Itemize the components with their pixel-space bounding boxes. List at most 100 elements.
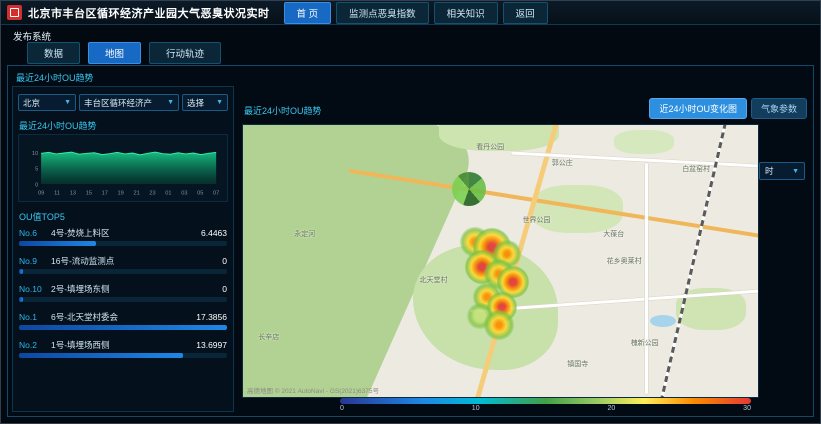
rank-label: No.9 <box>19 256 47 266</box>
map-label: 大葆台 <box>603 229 624 239</box>
filter-select[interactable]: 丰台区循环经济产 ▼ <box>79 94 179 111</box>
app-root: 北京市丰台区循环经济产业园大气恶臭状况实时 首 页监测点恶臭指数相关知识返回 发… <box>0 0 821 424</box>
map-label: 长辛店 <box>258 332 279 342</box>
value-bar-track <box>19 297 227 302</box>
station-value: 17.3856 <box>196 312 227 322</box>
rank-label: No.10 <box>19 284 47 294</box>
trend-chart-title: 最近24小时OU趋势 <box>19 119 233 132</box>
map-mode-button[interactable]: 近24小时OU变化图 <box>649 98 747 119</box>
top-header: 北京市丰台区循环经济产业园大气恶臭状况实时 首 页监测点恶臭指数相关知识返回 <box>1 1 820 25</box>
station-name: 16号-流动监测点 <box>51 255 218 267</box>
x-axis-tick: 23 <box>149 190 155 196</box>
view-tab[interactable]: 地图 <box>88 42 141 64</box>
x-axis-tick: 01 <box>165 190 171 196</box>
view-tabs: 数据地图行动轨迹 <box>27 42 221 64</box>
main-nav: 首 页监测点恶臭指数相关知识返回 <box>284 2 553 24</box>
legend-tick: 30 <box>743 405 751 412</box>
map-label: 世界公园 <box>523 215 551 225</box>
chevron-down-icon: ▼ <box>216 99 223 106</box>
select-value: 丰台区循环经济产 <box>84 97 152 109</box>
value-bar-track <box>19 269 227 274</box>
chevron-down-icon: ▼ <box>64 99 71 106</box>
heat-legend: 0 10 20 30 <box>340 398 751 412</box>
map-label: 镇国寺 <box>567 359 588 369</box>
top5-row-line: No.9 16号-流动监测点 0 <box>19 255 227 267</box>
rank-label: No.1 <box>19 312 47 322</box>
x-axis-tick: 19 <box>118 190 124 196</box>
legend-gradient-bar <box>340 398 751 404</box>
app-logo <box>7 5 22 20</box>
map-label: 北天堂村 <box>420 275 448 285</box>
map-mode-buttons: 近24小时OU变化图气象参数 <box>649 98 807 119</box>
nav-button[interactable]: 监测点恶臭指数 <box>336 2 429 24</box>
view-tab[interactable]: 行动轨迹 <box>149 42 221 64</box>
station-name: 1号-填埋场西侧 <box>51 339 192 351</box>
left-panel: 北京 ▼ 丰台区循环经济产 ▼ 选择 ▼ 最近24小时OU趋势 <box>12 86 234 412</box>
legend-ticks: 0 10 20 30 <box>340 405 751 412</box>
station-value: 6.4463 <box>201 228 227 238</box>
select-value: 选择 <box>187 97 204 109</box>
trend-chart-svg: 1050091113151719212301030507 <box>21 137 225 201</box>
value-bar <box>19 269 23 274</box>
station-name: 6号-北天堂村委会 <box>51 311 192 323</box>
value-bar <box>19 297 23 302</box>
chevron-down-icon: ▼ <box>792 168 799 175</box>
x-axis-tick: 05 <box>197 190 203 196</box>
chevron-down-icon: ▼ <box>167 99 174 106</box>
x-axis-tick: 09 <box>38 190 44 196</box>
x-axis-tick: 11 <box>54 190 60 196</box>
station-value: 0 <box>222 284 227 294</box>
legend-tick: 20 <box>607 405 615 412</box>
map-section-title: 最近24小时OU趋势 <box>244 104 322 117</box>
station-name: 4号-焚烧上料区 <box>51 227 197 239</box>
x-axis-tick: 13 <box>70 190 76 196</box>
map-label: 郭公庄 <box>552 158 573 168</box>
map-mode-button[interactable]: 气象参数 <box>751 98 807 119</box>
value-bar <box>19 241 96 246</box>
value-bar <box>19 353 183 358</box>
legend-tick: 0 <box>340 405 344 412</box>
nav-button[interactable]: 相关知识 <box>434 2 498 24</box>
app-title: 北京市丰台区循环经济产业园大气恶臭状况实时 <box>28 5 270 21</box>
hour-select[interactable]: 时 ▼ <box>759 162 805 180</box>
filter-selects: 北京 ▼ 丰台区循环经济产 ▼ 选择 ▼ <box>18 94 228 111</box>
legend-tick: 10 <box>472 405 480 412</box>
pond <box>650 315 676 327</box>
rank-label: No.6 <box>19 228 47 238</box>
map-canvas[interactable]: 看丹公园郭公庄白盆窑村世界公园大葆台花乡奥莱村北天堂村槐新公园镇国寺长辛店永定河… <box>242 124 759 398</box>
value-bar <box>19 325 227 330</box>
map-label: 白盆窑村 <box>682 164 710 174</box>
station-value: 13.6997 <box>196 340 227 350</box>
top5-row-line: No.2 1号-填埋场西侧 13.6997 <box>19 339 227 351</box>
top5-row: No.1 6号-北天堂村委会 17.3856 <box>19 311 227 330</box>
y-axis-tick: 0 <box>35 182 38 188</box>
map-label: 花乡奥莱村 <box>607 256 642 266</box>
top5-list: No.6 4号-焚烧上料区 6.4463 No.9 16号-流动监测点 0 <box>19 227 227 358</box>
top5-row: No.2 1号-填埋场西侧 13.6997 <box>19 339 227 358</box>
panel-title: 最近24小时OU趋势 <box>16 71 94 84</box>
top5-row: No.6 4号-焚烧上料区 6.4463 <box>19 227 227 246</box>
x-axis-tick: 03 <box>181 190 187 196</box>
nav-button[interactable]: 返回 <box>503 2 548 24</box>
filter-select[interactable]: 选择 ▼ <box>182 94 228 111</box>
heat-blob <box>452 172 486 206</box>
map-label: 看丹公园 <box>476 142 504 152</box>
station-name: 2号-填埋场东侧 <box>51 283 218 295</box>
view-tab[interactable]: 数据 <box>27 42 80 64</box>
top5-row-line: No.10 2号-填埋场东侧 0 <box>19 283 227 295</box>
top5-title: OU值TOP5 <box>19 210 233 223</box>
park-area <box>614 130 674 154</box>
station-value: 0 <box>222 256 227 266</box>
main-panel: 最近24小时OU趋势 北京 ▼ 丰台区循环经济产 ▼ 选择 ▼ 最近24小时OU… <box>7 65 814 417</box>
top5-row: No.9 16号-流动监测点 0 <box>19 255 227 274</box>
x-axis-tick: 17 <box>102 190 108 196</box>
filter-select[interactable]: 北京 ▼ <box>18 94 76 111</box>
x-axis-tick: 07 <box>213 190 219 196</box>
nav-button[interactable]: 首 页 <box>284 2 332 24</box>
select-value: 北京 <box>23 97 40 109</box>
road <box>645 163 648 394</box>
trend-area <box>41 152 216 184</box>
publish-system-label: 发布系统 <box>13 29 51 43</box>
trend-chart: 1050091113151719212301030507 <box>18 134 228 202</box>
value-bar-track <box>19 325 227 330</box>
